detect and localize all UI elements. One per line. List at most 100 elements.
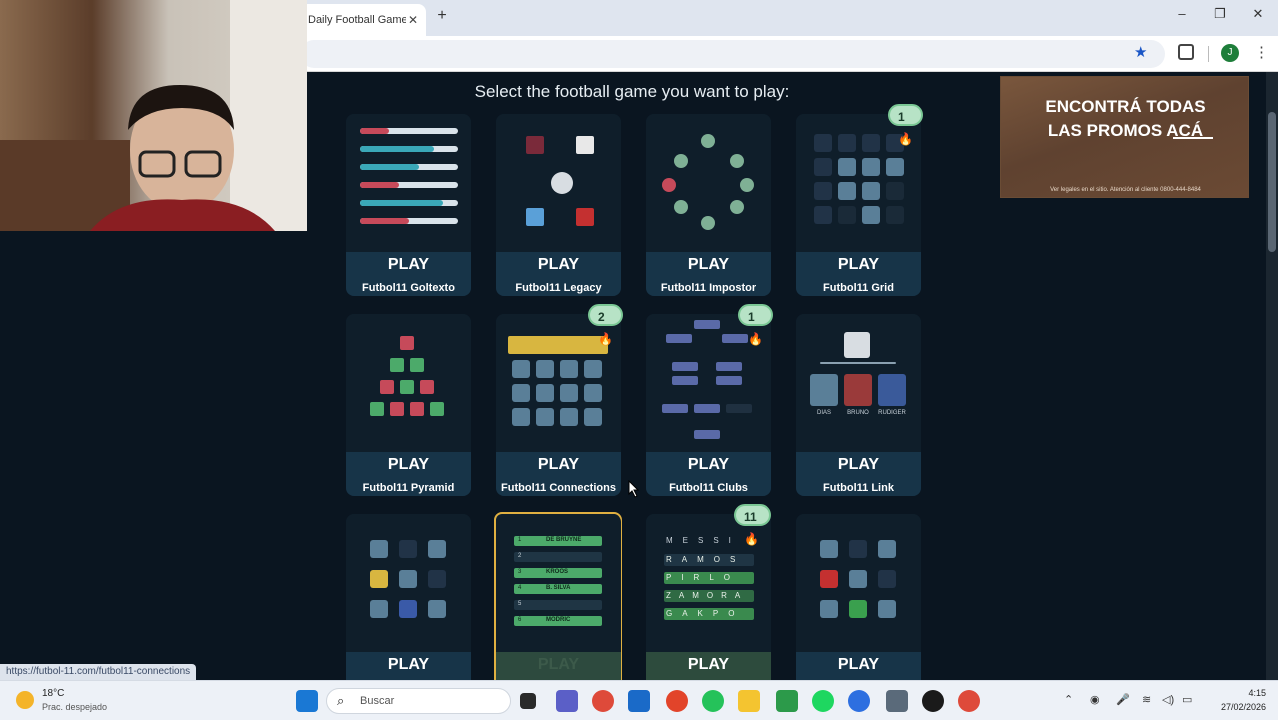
game-card-legacy[interactable]: PLAY Futbol11 Legacy bbox=[496, 114, 621, 296]
play-label: PLAY bbox=[387, 656, 430, 673]
game-card-clubs[interactable]: 1🔥 PLAY Futbol11 Clubs bbox=[646, 304, 773, 496]
card-footer: PLAY Futbol11 Link bbox=[796, 452, 921, 496]
microphone-icon[interactable]: 🎤 bbox=[1116, 693, 1130, 706]
game-name: Futbol11 Impostor bbox=[660, 282, 757, 294]
pyramid-preview bbox=[346, 314, 471, 452]
tray-app-icon[interactable]: ◉ bbox=[1090, 693, 1100, 706]
player-photo bbox=[536, 384, 554, 402]
mouse-cursor-icon bbox=[628, 480, 640, 498]
new-tab-button[interactable]: + bbox=[432, 6, 452, 26]
player-photo bbox=[849, 570, 867, 588]
minimize-button[interactable]: – bbox=[1172, 6, 1192, 21]
address-bar[interactable] bbox=[300, 40, 1165, 68]
task-view-icon[interactable] bbox=[520, 693, 536, 709]
bookmark-star-icon[interactable]: ★ bbox=[1134, 43, 1147, 61]
goltexto-bar bbox=[360, 164, 458, 170]
excel-icon[interactable] bbox=[776, 690, 798, 712]
club-crest-icon bbox=[814, 182, 832, 200]
extensions-icon[interactable] bbox=[1178, 44, 1194, 60]
flag-icon bbox=[399, 600, 417, 618]
calculator-icon[interactable] bbox=[886, 690, 908, 712]
list-player-name: DE BRUYNE bbox=[546, 537, 582, 543]
zoom-icon[interactable] bbox=[848, 690, 870, 712]
card-footer: PLAY Futbol11 Legacy bbox=[496, 252, 621, 296]
windows-start-icon[interactable] bbox=[296, 690, 318, 712]
battery-icon[interactable]: ▭ bbox=[1182, 693, 1192, 706]
club-grid-preview bbox=[796, 514, 921, 652]
menu-kebab-icon[interactable]: ⋮ bbox=[1254, 43, 1269, 61]
empty-cell bbox=[838, 206, 856, 224]
pyramid-cell bbox=[410, 402, 424, 416]
tab-close-icon[interactable]: ✕ bbox=[406, 13, 420, 27]
fire-icon: 🔥 bbox=[898, 132, 913, 146]
goltexto-preview bbox=[346, 114, 471, 252]
game-card-row3-4[interactable]: PLAY bbox=[796, 514, 921, 696]
outlook-icon[interactable] bbox=[628, 690, 650, 712]
promo-ad[interactable]: ENCONTRÁ TODAS LAS PROMOS ACÁ Ver legale… bbox=[1000, 76, 1249, 198]
volume-icon[interactable]: ◁) bbox=[1162, 693, 1174, 706]
player-silhouette-icon bbox=[551, 172, 573, 194]
chrome-profile-icon[interactable] bbox=[958, 690, 980, 712]
card-footer: PLAY Futbol11 Impostor bbox=[646, 252, 771, 296]
office-icon[interactable] bbox=[666, 690, 688, 712]
obs-icon[interactable] bbox=[922, 690, 944, 712]
scrollbar-thumb[interactable] bbox=[1268, 112, 1276, 252]
profile-avatar[interactable]: J bbox=[1221, 44, 1239, 62]
tab-daily-football-game[interactable]: Daily Football Game ✕ bbox=[300, 4, 426, 36]
club-slot bbox=[694, 320, 720, 329]
game-card-row3-2[interactable]: 1 2 3 4 5 6 DE BRUYNE KROOS B. SILVA MOD… bbox=[494, 512, 622, 696]
game-card-row3-3[interactable]: MESSI RAMOS PIRLO ZAMORA GAKPO 11 🔥 PLAY bbox=[646, 504, 771, 696]
player-photo bbox=[838, 158, 856, 176]
spotify-icon[interactable] bbox=[812, 690, 834, 712]
file-explorer-icon[interactable] bbox=[738, 690, 760, 712]
impostor-icon bbox=[662, 178, 676, 192]
player-photo bbox=[512, 408, 530, 426]
taskbar-clock[interactable]: 4:15 27/02/2026 bbox=[1196, 686, 1266, 714]
goltexto-bar bbox=[360, 218, 458, 224]
game-name: Futbol11 Link bbox=[823, 482, 894, 494]
club-slot bbox=[722, 334, 748, 343]
weather-widget[interactable]: 18°C Prac. despejado bbox=[14, 686, 154, 716]
player-icon bbox=[674, 200, 688, 214]
player-icon bbox=[730, 200, 744, 214]
player-photo bbox=[820, 600, 838, 618]
shirt-icon bbox=[576, 136, 594, 154]
close-window-button[interactable]: ✕ bbox=[1248, 6, 1268, 22]
empty-cell bbox=[886, 182, 904, 200]
taskbar-search[interactable]: ⌕ Buscar bbox=[326, 688, 511, 714]
card-footer: PLAY Futbol11 Clubs bbox=[646, 452, 771, 496]
game-card-goltexto[interactable]: PLAY Futbol11 Goltexto bbox=[346, 114, 471, 296]
fire-icon: 🔥 bbox=[748, 332, 763, 346]
player-photo bbox=[536, 408, 554, 426]
link-preview: DIAS BRUNO RUDIGER bbox=[796, 314, 921, 452]
game-card-link[interactable]: DIAS BRUNO RUDIGER PLAY Futbol11 Link bbox=[796, 314, 921, 496]
teams-icon[interactable] bbox=[556, 690, 578, 712]
list-num: 3 bbox=[518, 569, 522, 575]
game-card-impostor[interactable]: PLAY Futbol11 Impostor bbox=[646, 114, 771, 296]
page-scrollbar[interactable] bbox=[1266, 72, 1278, 680]
goltexto-bar bbox=[360, 128, 458, 134]
sun-icon bbox=[16, 691, 34, 709]
wordle-row: MESSI bbox=[666, 536, 741, 545]
game-card-pyramid[interactable]: PLAY Futbol11 Pyramid bbox=[346, 314, 471, 496]
player-photo bbox=[862, 158, 880, 176]
toolbar-divider bbox=[1208, 46, 1209, 62]
game-card-connections[interactable]: 2🔥 PLAY Futbol11 Connections bbox=[496, 304, 623, 496]
play-label: PLAY bbox=[687, 456, 730, 473]
wifi-icon[interactable]: ≋ bbox=[1142, 693, 1151, 706]
club-slot bbox=[716, 362, 742, 371]
link-connector bbox=[820, 362, 896, 364]
card-footer: PLAY Futbol11 Grid bbox=[796, 252, 921, 296]
player-icon bbox=[701, 216, 715, 230]
list-num: 6 bbox=[518, 617, 522, 623]
chrome-icon[interactable] bbox=[592, 690, 614, 712]
whatsapp-icon[interactable] bbox=[702, 690, 724, 712]
play-label: PLAY bbox=[387, 256, 430, 273]
tray-chevron-icon[interactable]: ⌃ bbox=[1064, 693, 1073, 706]
pyramid-cell bbox=[400, 336, 414, 350]
game-card-grid[interactable]: 1🔥 PLAY Futbol11 Grid bbox=[796, 104, 923, 296]
windows-taskbar: 18°C Prac. despejado ⌕ Buscar ⌃ ◉ 🎤 ≋ ◁)… bbox=[0, 680, 1278, 720]
pyramid-cell bbox=[410, 358, 424, 372]
maximize-button[interactable]: ❐ bbox=[1210, 6, 1230, 22]
game-card-row3-1[interactable]: PLAY bbox=[346, 514, 471, 696]
